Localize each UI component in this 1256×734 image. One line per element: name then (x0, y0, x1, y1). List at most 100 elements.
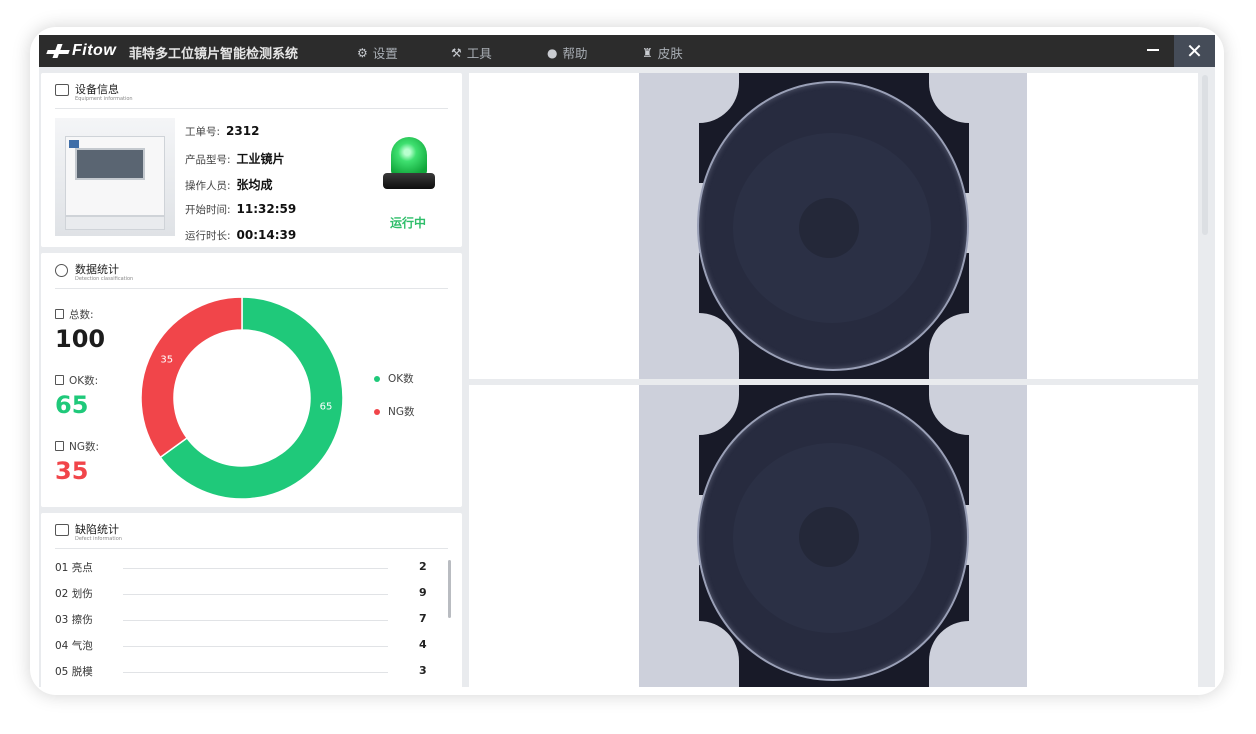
info-value: 工业镜片 (236, 152, 285, 166)
stats-subtitle: Detection classification (75, 276, 134, 282)
minimize-button[interactable] (1147, 49, 1159, 51)
machine-window (75, 148, 145, 180)
defect-line (123, 672, 388, 673)
fixture-top-left (639, 73, 739, 123)
beacon-base (383, 173, 435, 189)
donut-slice-ng (140, 296, 243, 459)
info-label: 开始时间: (185, 204, 231, 216)
equipment-image (55, 118, 175, 236)
ng-label-text: NG数: (69, 441, 100, 453)
pie-icon (55, 264, 68, 277)
logo-text: Fitow (72, 42, 117, 59)
legend-ng-label: NG数 (388, 406, 415, 418)
total-label-text: 总数: (69, 309, 94, 321)
menu-settings[interactable]: ⚙ 设置 (357, 43, 398, 62)
ng-icon (55, 441, 64, 451)
defect-line (123, 620, 388, 621)
legend-ng: NG数 (374, 404, 415, 419)
legend-ok: OK数 (374, 371, 414, 386)
app-title: 菲特多工位镜片智能检测系统 (129, 47, 299, 62)
defect-panel-header: 缺陷统计 Defect information (55, 521, 448, 549)
lens-core (799, 198, 859, 258)
menu-skin-label: 皮肤 (657, 46, 683, 61)
defect-name: 01 亮点 (55, 562, 93, 574)
defect-panel: 缺陷统计 Defect information 01 亮点 2 02 划伤 9 … (41, 513, 462, 687)
defect-count: 4 (419, 638, 427, 651)
equipment-panel-header: 设备信息 Equipment information (55, 81, 448, 109)
menu-settings-label: 设置 (372, 46, 398, 61)
equipment-title: 设备信息 (75, 83, 119, 96)
monitor-icon (55, 84, 69, 96)
ok-value: 65 (55, 391, 89, 419)
defect-line (123, 568, 388, 569)
ng-label: NG数: (55, 439, 99, 454)
info-value: 00:14:39 (236, 228, 297, 242)
info-value: 11:32:59 (236, 202, 297, 216)
status-running: 运行中 (390, 216, 427, 230)
defect-list-scrollbar[interactable] (448, 560, 451, 618)
menu-tools[interactable]: ⚒ 工具 (451, 43, 492, 62)
lens-core (799, 507, 859, 567)
equipment-subtitle: Equipment information (75, 96, 133, 102)
info-model: 产品型号: 工业镜片 (185, 150, 285, 167)
camera-panel-2 (469, 385, 1198, 687)
donut-label-ng: 35 (160, 355, 173, 366)
total-value: 100 (55, 325, 106, 353)
window-frame: Fitow 菲特多工位镜片智能检测系统 ⚙ 设置 ⚒ 工具 ● 帮助 ♜ 皮肤 … (30, 27, 1224, 695)
defect-icon (55, 524, 69, 536)
ok-label-text: OK数: (69, 375, 99, 387)
legend-ok-dot (374, 375, 380, 382)
defect-name: 05 脱模 (55, 666, 93, 678)
help-icon: ● (547, 45, 558, 60)
equipment-panel: 设备信息 Equipment information 工单号: 2312 产品型号… (41, 73, 462, 247)
fitow-logo: Fitow (47, 40, 116, 62)
defect-count: 3 (419, 664, 427, 677)
logo-mark-icon (47, 44, 69, 58)
beacon-dome (391, 137, 427, 175)
ok-icon (55, 375, 64, 385)
fixture-bottom-left (639, 621, 739, 687)
list-item: 03 擦伤 7 (55, 612, 435, 628)
defect-subtitle: Defect information (75, 536, 122, 542)
ok-label: OK数: (55, 373, 98, 388)
camera-image-2 (639, 385, 1027, 687)
info-label: 操作人员: (185, 180, 231, 192)
camera-scrollbar[interactable] (1202, 75, 1208, 235)
wrench-icon: ⚒ (451, 45, 462, 60)
fixture-top-right (929, 385, 1027, 435)
info-value: 张均成 (236, 178, 273, 192)
fixture-top-right (929, 73, 1027, 123)
menu-skin[interactable]: ♜ 皮肤 (642, 43, 683, 62)
defect-count: 2 (419, 560, 427, 573)
ng-value: 35 (55, 457, 89, 485)
donut-chart: 65 35 (140, 296, 344, 500)
stats-panel: 数据统计 Detection classification 总数: 100 OK… (41, 253, 462, 507)
beacon-light-icon (381, 137, 437, 197)
machine-screen (69, 140, 79, 148)
info-label: 产品型号: (185, 154, 231, 166)
total-label: 总数: (55, 307, 94, 322)
list-item: 04 气泡 4 (55, 638, 435, 654)
camera-panel-1 (469, 73, 1198, 379)
list-item: 02 划伤 9 (55, 586, 435, 602)
menu-help[interactable]: ● 帮助 (547, 43, 588, 62)
list-item: 01 亮点 2 (55, 560, 435, 576)
fixture-bottom-right (929, 313, 1027, 379)
info-order: 工单号: 2312 (185, 124, 259, 139)
fixture-bottom-right (929, 621, 1027, 687)
info-label: 运行时长: (185, 230, 231, 242)
info-start-time: 开始时间: 11:32:59 (185, 202, 296, 217)
info-value: 2312 (226, 124, 260, 138)
fixture-top-left (639, 385, 739, 435)
defect-name: 04 气泡 (55, 640, 93, 652)
list-item: 05 脱模 3 (55, 664, 435, 680)
machine-base (65, 216, 165, 230)
defect-name: 02 划伤 (55, 588, 93, 600)
app-window: Fitow 菲特多工位镜片智能检测系统 ⚙ 设置 ⚒ 工具 ● 帮助 ♜ 皮肤 … (39, 35, 1215, 687)
legend-ng-dot (374, 408, 380, 415)
close-button[interactable]: ✕ (1174, 35, 1215, 67)
info-run-time: 运行时长: 00:14:39 (185, 228, 296, 243)
legend-ok-label: OK数 (388, 373, 414, 385)
defect-count: 9 (419, 586, 427, 599)
info-label: 工单号: (185, 126, 221, 138)
